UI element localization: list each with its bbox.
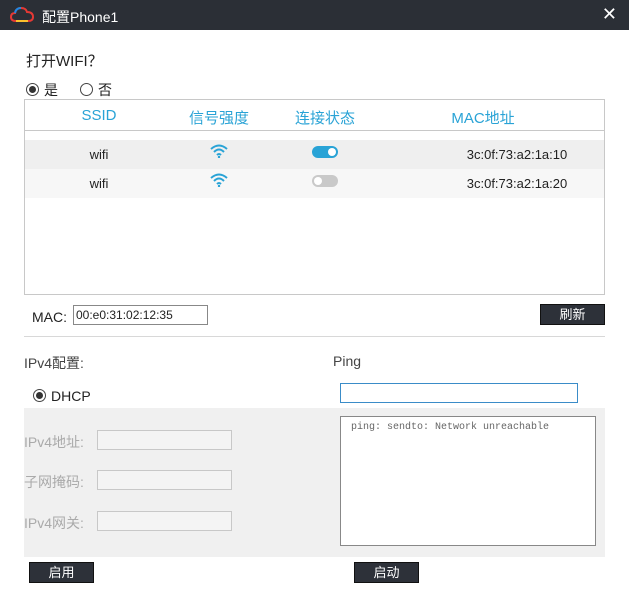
subnet-mask-label: 子网掩码: <box>24 474 84 490</box>
mac-cell: 3c:0f:73:a2:1a:20 <box>466 176 568 191</box>
ipv4-gateway-input[interactable] <box>97 511 232 531</box>
mac-label: MAC: <box>32 309 67 325</box>
wifi-table: SSID 信号强度 连接状态 MAC地址 wifi 3c:0f:73:a2:1a… <box>24 99 605 295</box>
mac-input[interactable] <box>73 305 208 325</box>
dhcp-label: DHCP <box>51 388 91 404</box>
divider <box>24 336 605 337</box>
mac-cell: 3c:0f:73:a2:1a:10 <box>466 147 568 162</box>
ping-target-input[interactable] <box>340 383 578 403</box>
wifi-question: 打开WIFI？ <box>26 53 103 70</box>
radio-checked-icon <box>33 389 46 402</box>
connection-toggle[interactable] <box>275 146 375 161</box>
toggle-off-icon <box>312 175 338 187</box>
ipv4-gateway-label: IPv4网关: <box>24 515 84 531</box>
wifi-table-header: SSID 信号强度 连接状态 MAC地址 <box>25 100 604 131</box>
wifi-no-label: 否 <box>98 82 112 98</box>
column-header-mac: MAC地址 <box>451 110 515 127</box>
ipv4-title: IPv4配置: <box>24 355 84 371</box>
radio-checked-icon <box>26 83 39 96</box>
close-icon[interactable]: ✕ <box>602 4 617 25</box>
table-row[interactable]: wifi 3c:0f:73:a2:1a:10 <box>25 140 604 169</box>
radio-unchecked-icon <box>80 83 93 96</box>
window-title: 配置Phone1 <box>42 9 119 25</box>
wifi-signal-icon <box>169 173 269 190</box>
ping-title: Ping <box>333 353 362 369</box>
toggle-on-icon <box>312 146 338 158</box>
wifi-signal-icon <box>169 144 269 161</box>
wifi-yes-label: 是 <box>44 82 58 98</box>
connection-toggle[interactable] <box>275 175 375 190</box>
title-bar: 配置Phone1 ✕ <box>0 0 629 30</box>
wifi-no-radio[interactable]: 否 <box>80 80 112 100</box>
ipv4-address-label: IPv4地址: <box>24 434 84 450</box>
ping-output: ping: sendto: Network unreachable <box>340 416 596 546</box>
table-row[interactable]: wifi 3c:0f:73:a2:1a:20 <box>25 169 604 198</box>
refresh-button[interactable]: 刷新 <box>540 304 605 325</box>
ipv4-address-input[interactable] <box>97 430 232 450</box>
enable-button[interactable]: 启用 <box>29 562 94 583</box>
ssid-cell: wifi <box>89 147 109 162</box>
start-ping-button[interactable]: 启动 <box>354 562 419 583</box>
dhcp-radio[interactable]: DHCP <box>33 388 91 404</box>
cloud-icon <box>10 6 34 22</box>
ssid-cell: wifi <box>89 176 109 191</box>
wifi-yes-radio[interactable]: 是 <box>26 80 58 100</box>
column-header-status: 连接状态 <box>294 110 355 127</box>
subnet-mask-input[interactable] <box>97 470 232 490</box>
column-header-ssid: SSID <box>81 107 117 124</box>
column-header-signal: 信号强度 <box>188 110 249 127</box>
